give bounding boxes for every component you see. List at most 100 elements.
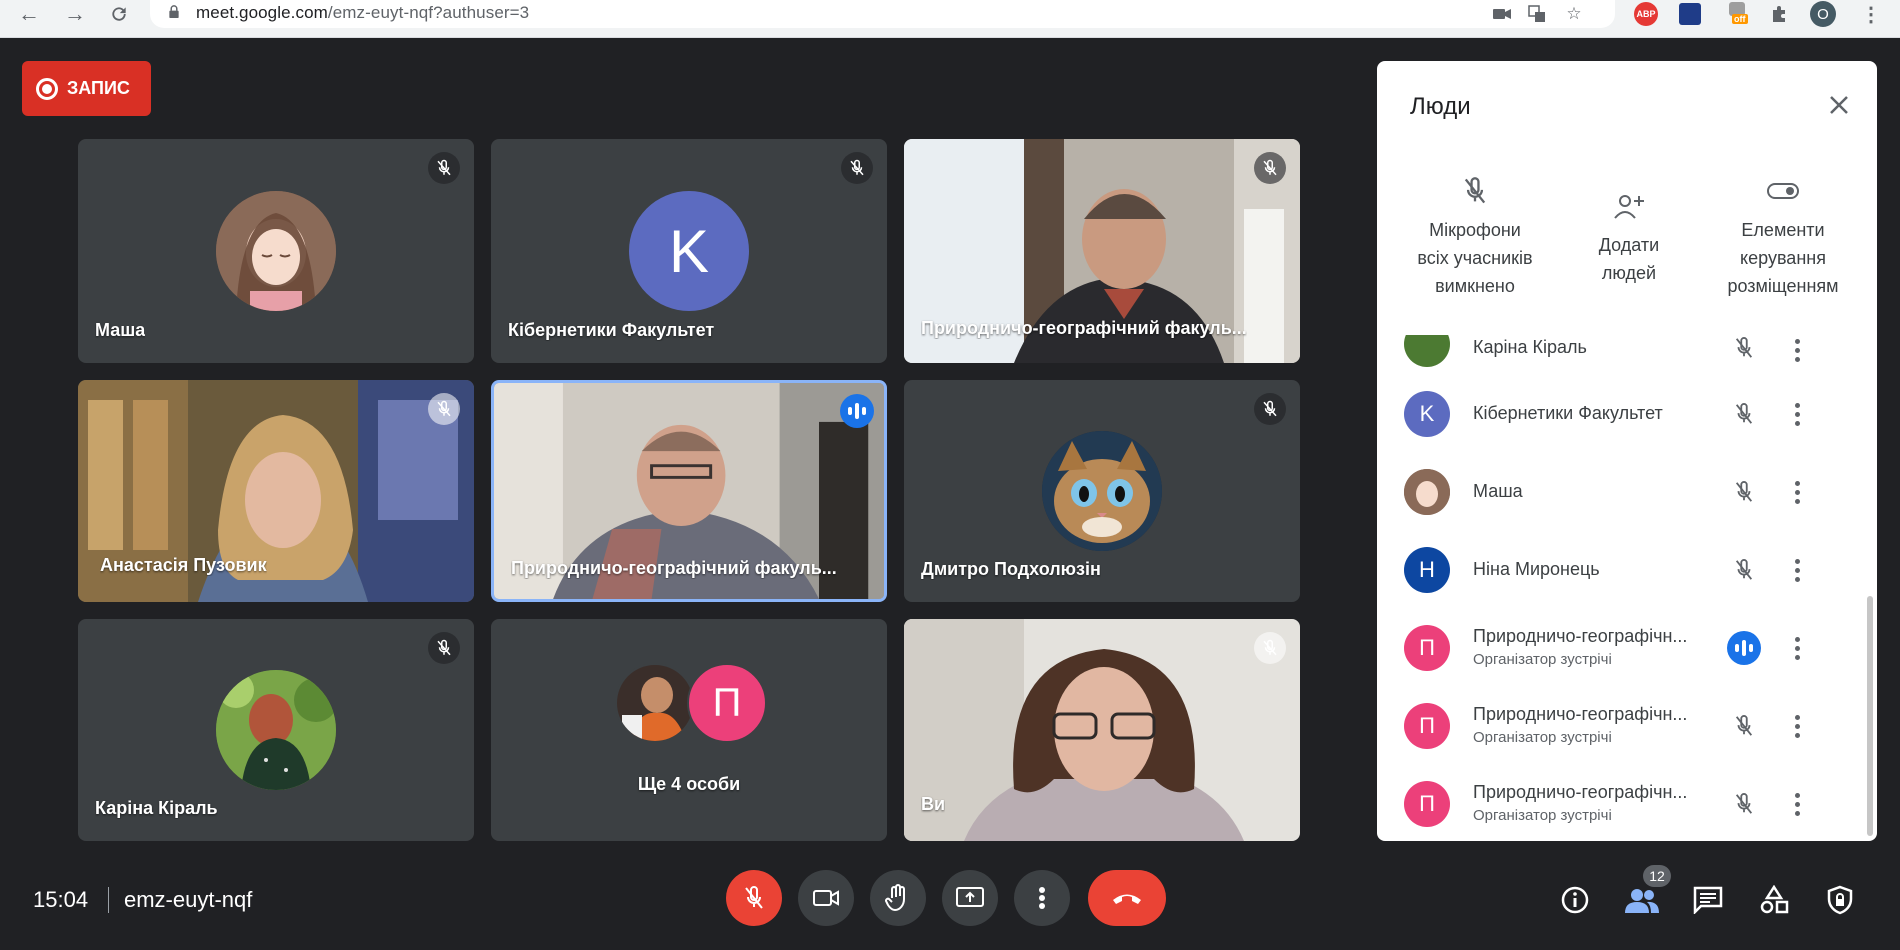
participant-tile[interactable]: Анастасія Пузовик [78, 380, 474, 602]
host-controls-button[interactable] [1820, 880, 1860, 920]
participant-tile[interactable]: Каріна Кіраль [78, 619, 474, 841]
participant-role: Організатор зустрічі [1473, 807, 1612, 824]
record-icon [36, 77, 58, 100]
extension-off-icon[interactable]: off [1725, 1, 1751, 27]
divider [108, 887, 109, 913]
mic-off-icon [1395, 174, 1555, 208]
panel-scrollbar[interactable] [1867, 596, 1873, 836]
participant-tile[interactable]: Природничо-географічний факуль... [904, 139, 1300, 363]
mic-off-icon [428, 393, 460, 425]
mic-off-icon [1727, 553, 1761, 587]
meeting-clock: 15:04 [33, 887, 89, 912]
people-panel: Люди Мікрофони всіх учасників вимкнено Д… [1377, 61, 1877, 841]
camera-icon[interactable] [1490, 2, 1514, 26]
participant-row[interactable]: П Природничо-географічн... Організатор з… [1377, 609, 1857, 687]
mic-off-icon [428, 632, 460, 664]
present-screen-button[interactable] [942, 870, 998, 926]
more-options-icon[interactable] [1787, 399, 1807, 429]
participant-name: Природничо-географічний факуль... [511, 558, 837, 578]
panel-title: Люди [1410, 93, 1471, 120]
video-feed [904, 619, 1300, 841]
reload-icon[interactable] [104, 0, 134, 28]
participant-tile[interactable]: K Кібернетики Факультет [491, 139, 887, 363]
more-options-icon[interactable] [1787, 335, 1807, 365]
add-people-button[interactable]: Додати людей [1549, 189, 1709, 287]
more-options-icon[interactable] [1787, 711, 1807, 741]
more-options-icon[interactable] [1787, 477, 1807, 507]
forward-icon[interactable]: → [60, 0, 90, 28]
people-icon [1625, 889, 1659, 913]
extension-icon[interactable] [1677, 1, 1703, 27]
participant-row[interactable]: П Природничо-географічн... Організатор з… [1377, 765, 1857, 841]
adblock-icon[interactable]: ABP [1633, 1, 1659, 27]
profile-avatar[interactable]: O [1810, 1, 1836, 27]
host-controls-button[interactable]: Елементи керування розміщенням [1703, 174, 1863, 300]
more-options-icon[interactable] [1787, 789, 1807, 819]
more-participants-label: Ще 4 особи [637, 774, 741, 794]
participant-tile-active-speaker[interactable]: Природничо-географічний факуль... [491, 380, 887, 602]
participant-name: Кібернетики Факультет [508, 320, 715, 340]
add-person-icon [1549, 189, 1709, 223]
avatar [1404, 469, 1450, 515]
camera-toggle-button[interactable] [798, 870, 854, 926]
chat-button[interactable] [1688, 880, 1728, 920]
participant-name: Маша [1473, 481, 1523, 501]
self-tile[interactable]: Ви [904, 619, 1300, 841]
more-participants-tile[interactable]: П Ще 4 особи [491, 619, 887, 841]
shield-lock-icon [1827, 885, 1853, 915]
avatar: П [1404, 781, 1450, 827]
activities-button[interactable] [1754, 880, 1794, 920]
mic-off-icon [1727, 787, 1761, 821]
mic-off-icon [1727, 335, 1761, 365]
participant-name: Каріна Кіраль [95, 798, 218, 818]
participant-row[interactable]: Н Ніна Миронець [1377, 531, 1857, 609]
avatar: Н [1404, 547, 1450, 593]
mic-off-icon [1727, 397, 1761, 431]
participant-role: Організатор зустрічі [1473, 651, 1612, 668]
info-icon [1561, 886, 1589, 914]
puzzle-icon[interactable] [1766, 1, 1792, 27]
mic-off-icon [1254, 152, 1286, 184]
translate-icon[interactable] [1525, 2, 1549, 26]
participant-name: Каріна Кіраль [1473, 337, 1587, 357]
more-options-button[interactable] [1014, 870, 1070, 926]
mic-off-icon [1727, 475, 1761, 509]
participant-tile[interactable]: Маша [78, 139, 474, 363]
more-options-icon[interactable] [1787, 633, 1807, 663]
star-icon[interactable]: ☆ [1562, 2, 1586, 26]
mic-toggle-button[interactable] [726, 870, 782, 926]
raise-hand-button[interactable] [870, 870, 926, 926]
close-icon[interactable] [1823, 89, 1855, 121]
mic-off-icon [1254, 632, 1286, 664]
mic-off-icon [1727, 709, 1761, 743]
back-icon[interactable]: ← [14, 0, 44, 28]
participant-name: Природничо-географічн... [1473, 782, 1688, 802]
more-vert-icon [1039, 887, 1045, 909]
participant-tile[interactable]: Дмитро Подхолюзін [904, 380, 1300, 602]
avatar [216, 670, 336, 790]
avatar [216, 191, 336, 311]
participant-row[interactable]: Маша [1377, 453, 1857, 531]
more-options-icon[interactable] [1787, 555, 1807, 585]
participant-row[interactable]: K Кібернетики Факультет [1377, 375, 1857, 453]
toggle-icon [1703, 174, 1863, 208]
mic-off-icon [1254, 393, 1286, 425]
participant-row[interactable]: П Природничо-географічн... Організатор з… [1377, 687, 1857, 765]
browser-toolbar: ← → meet.google.com/emz-euyt-nqf?authuse… [0, 0, 1900, 38]
participant-name: Природничо-географічн... [1473, 704, 1688, 724]
avatar: П [687, 663, 767, 743]
leave-call-button[interactable] [1088, 870, 1166, 926]
avatar: K [1404, 391, 1450, 437]
speaking-indicator-icon [840, 394, 874, 428]
url-text: meet.google.com/emz-euyt-nqf?authuser=3 [196, 3, 530, 22]
menu-icon[interactable]: ⋮ [1858, 1, 1884, 27]
bottom-control-bar: 15:04 emz-euyt-nqf 12 [0, 865, 1900, 935]
mic-off-icon [745, 886, 763, 909]
avatar [615, 663, 695, 743]
meeting-details-button[interactable] [1555, 880, 1595, 920]
address-bar[interactable]: meet.google.com/emz-euyt-nqf?authuser=3 … [150, 0, 1615, 28]
shapes-icon [1760, 885, 1789, 914]
hand-icon [885, 884, 905, 912]
avatar: K [629, 191, 749, 311]
participant-name: Дмитро Подхолюзін [921, 559, 1101, 579]
